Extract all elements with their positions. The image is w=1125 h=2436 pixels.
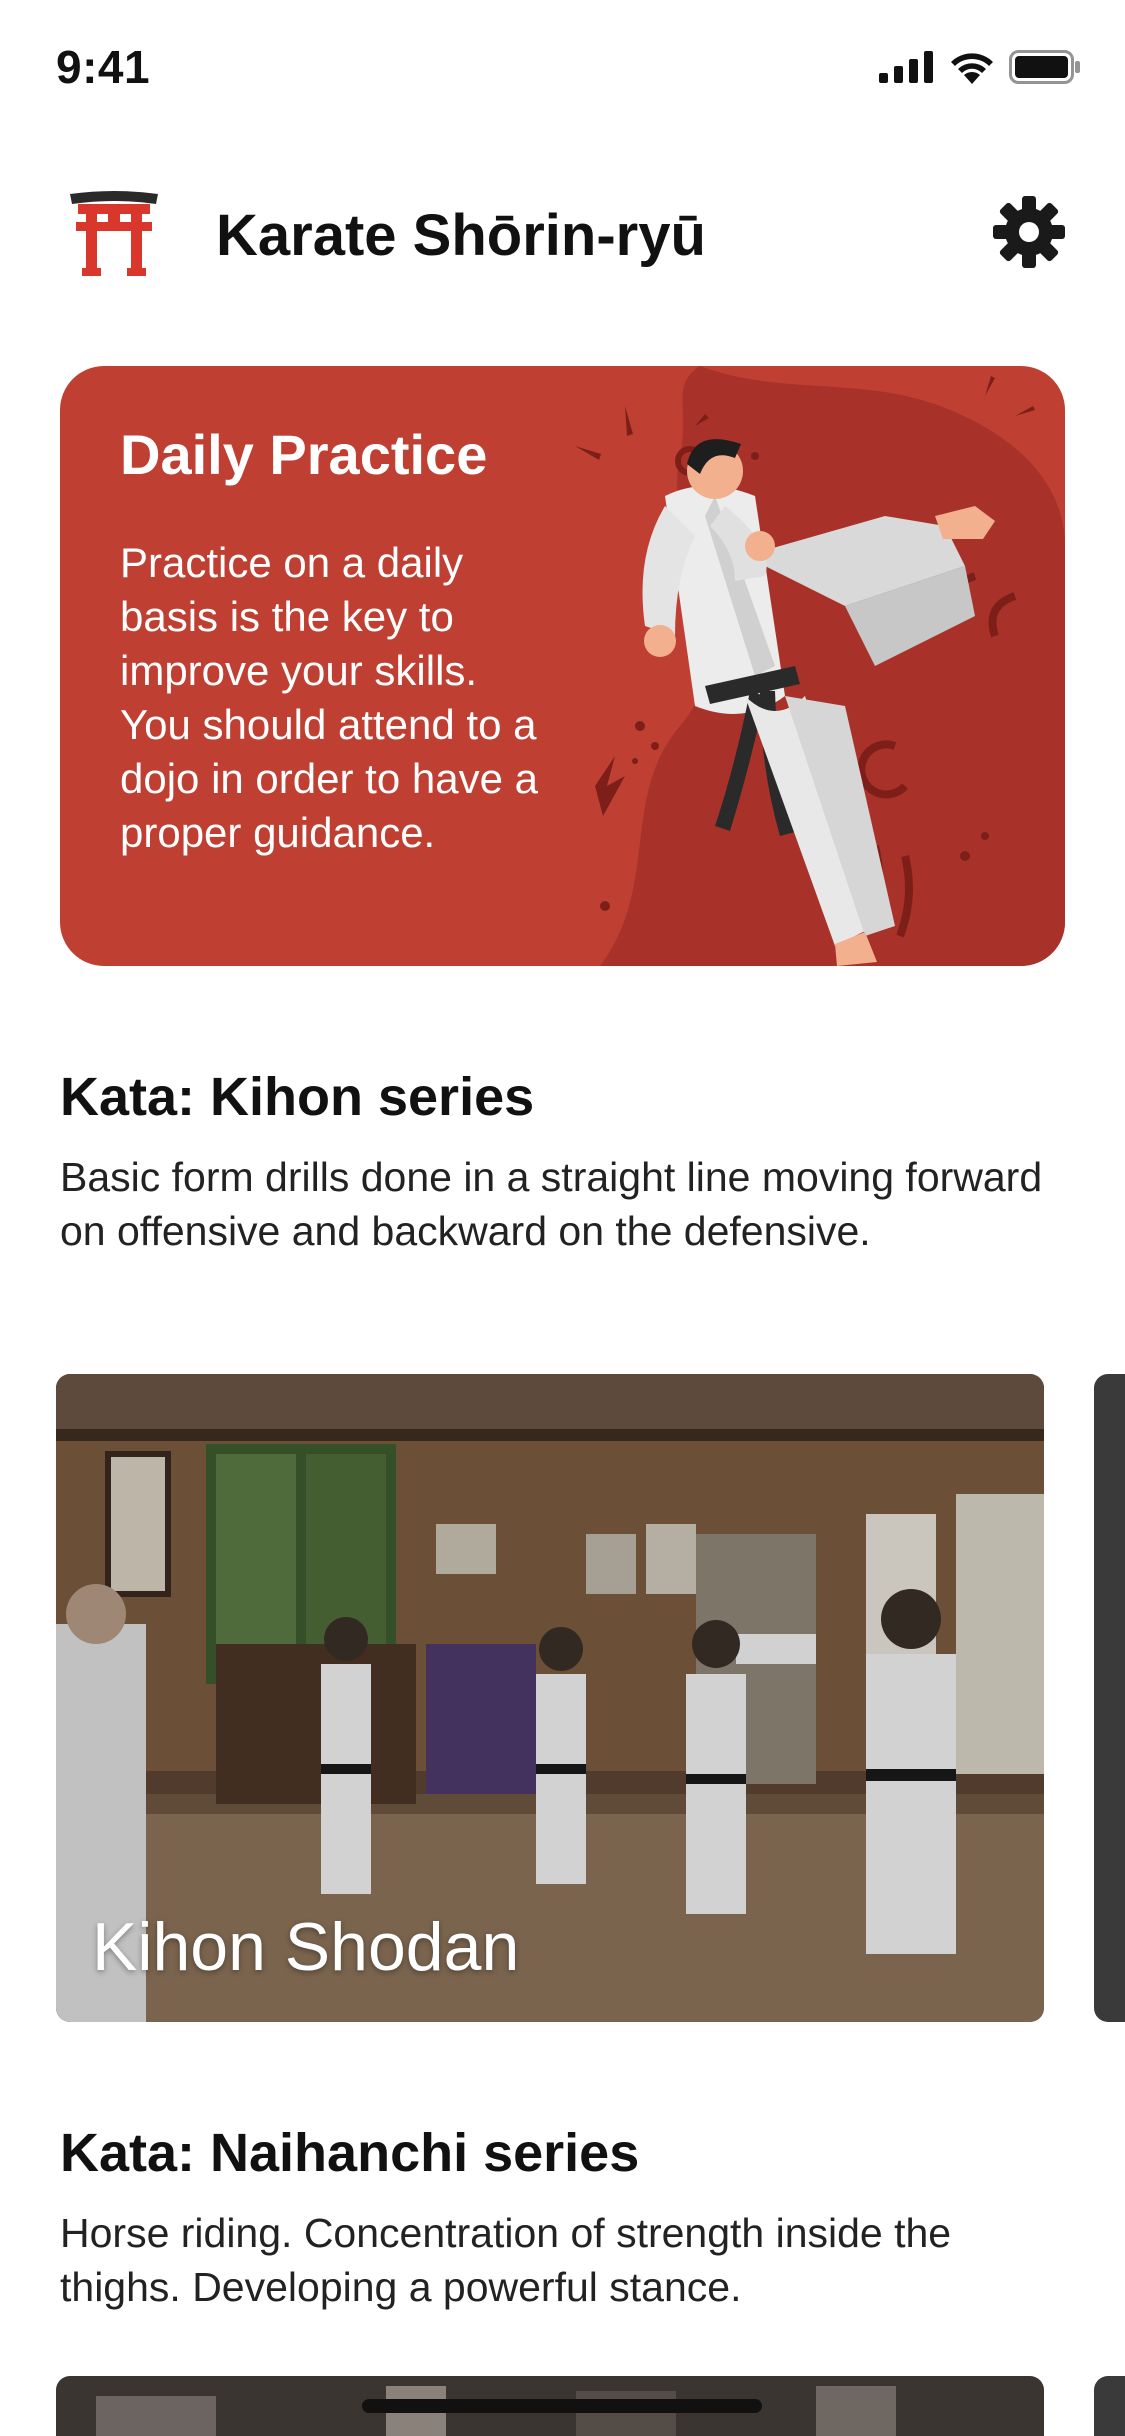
video-label: Kihon Shodan	[92, 1909, 520, 1985]
settings-button[interactable]	[989, 192, 1069, 272]
status-time: 9:41	[56, 41, 151, 93]
wifi-icon	[951, 53, 993, 84]
status-bar: 9:41	[0, 0, 1125, 135]
section-title-naihanchi: Kata: Naihanchi series	[60, 2123, 640, 2183]
section-description-kihon: Basic form drills done in a straight lin…	[60, 1154, 1043, 1254]
app-header: Karate Shōrin-ryū	[0, 180, 1125, 290]
next-video-card-peek[interactable]	[1094, 1374, 1125, 2022]
daily-practice-card[interactable]: Daily Practice Practice on a daily basis…	[60, 366, 1065, 966]
app-title: Karate Shōrin-ryū	[216, 203, 706, 268]
video-card-kihon-shodan[interactable]: Kihon Shodan	[56, 1374, 1044, 2022]
gear-icon	[993, 196, 1065, 268]
torii-gate-icon	[70, 191, 158, 276]
status-icons	[879, 50, 1081, 84]
practice-text: Practice on a daily basis is the key to …	[120, 539, 538, 856]
section-title-kihon: Kata: Kihon series	[60, 1067, 535, 1127]
cellular-signal-icon	[879, 51, 933, 83]
home-indicator[interactable]	[362, 2399, 762, 2413]
karate-kick-illustration	[575, 376, 1035, 966]
section-description-naihanchi: Horse riding. Concentration of strength …	[60, 2210, 952, 2310]
battery-icon	[1009, 50, 1080, 84]
next-video-card-peek-2[interactable]	[1094, 2376, 1125, 2436]
practice-title: Daily Practice	[120, 423, 488, 486]
